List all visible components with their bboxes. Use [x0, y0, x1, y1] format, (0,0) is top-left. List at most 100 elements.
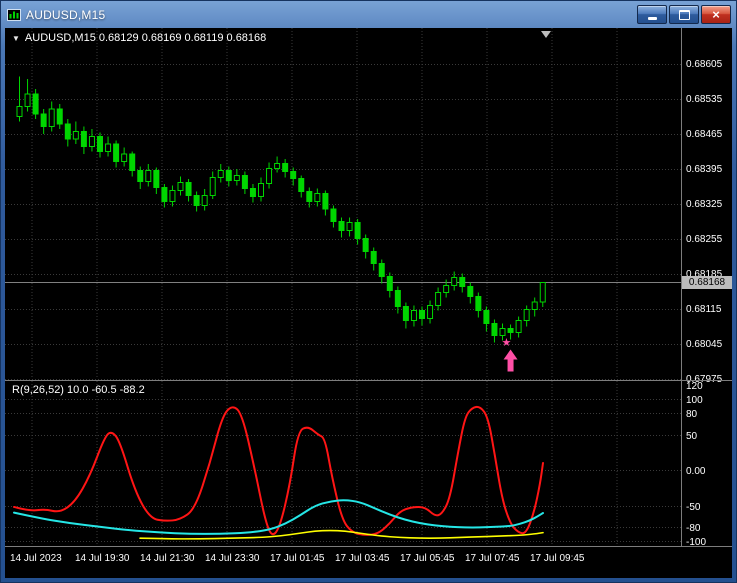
close-icon: ×	[712, 6, 720, 22]
price-axis-label: 0.68325	[686, 199, 723, 210]
candle-body	[64, 123, 71, 140]
candle-body	[282, 163, 289, 172]
indicator-axis-label: 50	[686, 431, 698, 442]
candle-body	[72, 131, 79, 140]
time-axis-label: 14 Jul 23:30	[205, 553, 260, 564]
candle-body	[177, 182, 184, 191]
time-axis-label: 17 Jul 09:45	[530, 553, 585, 564]
candle-body	[241, 175, 248, 189]
indicator-axis-label: -50	[686, 502, 701, 513]
indicator-axis-label: 0.00	[686, 466, 706, 477]
price-axis-label: 0.68045	[686, 339, 723, 350]
candle-body	[306, 191, 313, 202]
candle-body	[40, 113, 47, 127]
candle-body	[338, 221, 345, 231]
indicator-axis-label: 80	[686, 409, 698, 420]
indicator-axis-label: 100	[686, 395, 703, 406]
candle-body	[443, 285, 450, 293]
buy-arrow-icon	[503, 349, 518, 372]
minimize-button[interactable]	[637, 5, 667, 24]
candle-body	[394, 290, 401, 307]
candle-body	[290, 171, 297, 179]
current-price-tag: 0.68168	[682, 275, 732, 289]
candle-body	[266, 168, 273, 184]
time-axis-label: 14 Jul 19:30	[75, 553, 130, 564]
time-axis-label: 17 Jul 03:45	[335, 553, 390, 564]
candle-body	[129, 153, 136, 171]
candle-body	[475, 296, 482, 311]
candle-body	[137, 170, 144, 182]
candle-body	[515, 320, 522, 333]
price-axis-label: 0.68255	[686, 234, 723, 245]
time-axis-label: 17 Jul 05:45	[400, 553, 455, 564]
candle-body	[121, 153, 128, 162]
restore-icon	[678, 9, 690, 20]
candle-body	[225, 170, 232, 181]
candle-body	[419, 310, 425, 319]
candle-body	[233, 175, 240, 181]
price-axis-label: 0.68465	[686, 129, 723, 140]
candle-body	[193, 195, 200, 206]
candle-body	[386, 276, 393, 291]
indicator-axis-label: -80	[686, 523, 701, 534]
candle-body	[491, 323, 498, 336]
candle-body	[346, 222, 353, 231]
candle-body	[322, 193, 329, 210]
candle-body	[32, 93, 39, 115]
time-axis-label: 17 Jul 07:45	[465, 553, 520, 564]
candle-body	[427, 305, 434, 319]
candle-body	[16, 106, 23, 117]
candle-body	[105, 143, 112, 152]
candle-body	[435, 292, 442, 306]
candle-body	[145, 170, 152, 182]
candle-body	[80, 131, 87, 147]
candle-body	[531, 301, 538, 310]
candle-body	[258, 183, 264, 197]
candle-body	[402, 306, 409, 321]
candle-body	[88, 136, 95, 147]
candle-body	[499, 328, 506, 336]
candle-body	[459, 277, 466, 287]
signal-star-icon: ★	[502, 337, 512, 349]
candle-body	[507, 328, 514, 333]
candle-body	[451, 277, 458, 286]
candle-body	[161, 187, 168, 202]
candle-body	[274, 163, 281, 169]
candle-body	[185, 182, 192, 196]
window-controls: ×	[637, 5, 731, 24]
price-axis-label: 0.68605	[686, 59, 723, 70]
indicator-label: R(9,26,52) 10.0 -60.5 -88.2	[12, 384, 145, 396]
candle-body	[378, 263, 385, 277]
candle-body	[24, 93, 31, 107]
chart-canvas[interactable]: 0.68605 0.68535 0.68465 0.68395 0.68325 0.682…	[5, 28, 732, 578]
time-axis-label: 17 Jul 01:45	[270, 553, 325, 564]
candle-body	[201, 195, 208, 206]
titlebar[interactable]: AUDUSD,M15 ×	[3, 3, 734, 26]
candle-body	[153, 170, 160, 188]
candle-body	[354, 222, 361, 239]
candle-body	[410, 310, 417, 321]
chart-ohlc-label: ▼ AUDUSD,M15 0.68129 0.68169 0.68119 0.6…	[12, 32, 266, 44]
time-axis-label: 14 Jul 2023	[10, 553, 62, 564]
candle-body	[362, 238, 369, 252]
candle-body	[209, 177, 216, 196]
price-axis-label: 0.68395	[686, 164, 723, 175]
candle-body	[523, 309, 530, 321]
close-button[interactable]: ×	[701, 5, 731, 24]
restore-button[interactable]	[669, 5, 699, 24]
candle-body	[97, 136, 103, 152]
candle-body	[330, 208, 337, 222]
dropdown-arrow-icon[interactable]: ▼	[12, 34, 20, 43]
candle-body	[48, 108, 55, 127]
time-axis-label: 14 Jul 21:30	[140, 553, 195, 564]
candle-body	[249, 188, 256, 197]
candle-body	[169, 190, 176, 202]
candle-body	[467, 286, 474, 297]
candle-body	[217, 170, 224, 178]
chart-client-area: 0.68605 0.68535 0.68465 0.68395 0.68325 0.682…	[5, 28, 732, 578]
window-title: AUDUSD,M15	[26, 7, 106, 22]
chart-window-icon	[7, 8, 21, 21]
chart-window: AUDUSD,M15 × 0.68605 0.68535 0.68465 0.6839…	[0, 0, 737, 583]
candle-body	[314, 193, 321, 202]
minimize-icon	[647, 16, 657, 20]
